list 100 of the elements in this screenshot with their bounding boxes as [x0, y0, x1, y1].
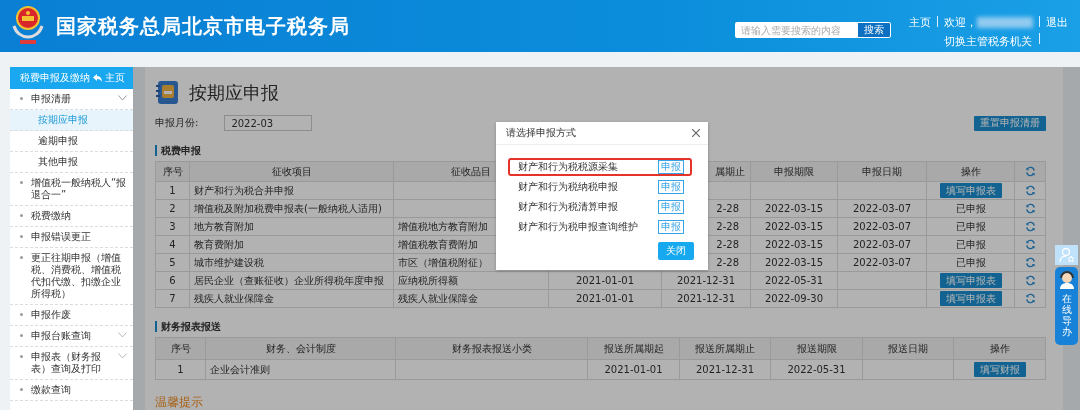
- table-cell: 4: [155, 235, 190, 254]
- table-cell: 2021-12-31: [661, 289, 751, 308]
- table-cell: 2: [155, 199, 190, 218]
- sidebar-item[interactable]: 申报表（财务报表）查询及打印: [10, 347, 133, 380]
- table-cell: 2022-03-15: [750, 253, 838, 272]
- column-header: 报送期限: [770, 337, 863, 360]
- table-cell: 应纳税所得额: [393, 271, 549, 290]
- table-cell: 教育费附加: [189, 235, 394, 254]
- welcome-text: 欢迎，: [944, 15, 977, 30]
- switch-office-link[interactable]: 切换主管税务机关: [944, 34, 1033, 49]
- close-button[interactable]: 关闭: [658, 242, 694, 260]
- table-cell: 增值税及附加税费申报表(一般纳税人适用): [189, 199, 394, 218]
- sidebar-item[interactable]: 缴款查询: [10, 380, 133, 401]
- sidebar-home-link[interactable]: 主页: [93, 71, 125, 85]
- refresh-icon[interactable]: [1024, 221, 1036, 232]
- fill-form-button[interactable]: 填写申报表: [939, 183, 1002, 198]
- table-cell: 地方教育附加: [189, 217, 394, 236]
- table-cell: 2021-01-01: [587, 359, 680, 380]
- reset-list-button[interactable]: 重置申报清册: [974, 115, 1046, 131]
- sidebar-item[interactable]: 申报错误更正: [10, 227, 133, 248]
- dialog-title: 请选择申报方式: [506, 126, 576, 140]
- sidebar-item[interactable]: 逾期申报: [10, 131, 133, 152]
- declare-button[interactable]: 申报: [658, 160, 684, 174]
- fill-form-button[interactable]: 填写财报: [973, 362, 1026, 377]
- status-text: 已申报: [926, 199, 1015, 218]
- table-cell: 2021-01-01: [548, 289, 662, 308]
- refresh-icon[interactable]: [1024, 239, 1036, 250]
- refresh-icon[interactable]: [1024, 293, 1036, 304]
- status-text: 已申报: [926, 253, 1015, 272]
- column-header: 财务报表报送小类: [395, 337, 588, 360]
- site-title: 国家税务总局北京市电子税务局: [56, 12, 350, 40]
- table-cell: 3: [155, 217, 190, 236]
- refresh-icon[interactable]: [1024, 257, 1036, 268]
- table-cell: 2021-12-31: [679, 359, 771, 380]
- declare-button[interactable]: 申报: [658, 200, 684, 214]
- table-cell: 居民企业（查账征收）企业所得税年度申报: [189, 271, 394, 290]
- refresh-icon[interactable]: [1024, 275, 1036, 286]
- table-cell: 2022-03-15: [750, 199, 838, 218]
- table-cell: 财产和行为税合并申报: [189, 181, 394, 200]
- user-star-icon[interactable]: [1058, 247, 1075, 263]
- declare-button[interactable]: 申报: [658, 180, 684, 194]
- column-header: 报送所属期起: [587, 337, 680, 360]
- table-cell: 2021-12-31: [661, 271, 751, 290]
- status-text: 已申报: [926, 217, 1015, 236]
- column-header: 序号: [155, 161, 190, 182]
- chevron-down-icon[interactable]: [118, 95, 127, 101]
- tips-heading: 温馨提示: [155, 394, 204, 410]
- column-header: 序号: [155, 337, 206, 360]
- table-cell: 2022-03-07: [837, 235, 927, 254]
- table-cell: 残疾人就业保障金: [393, 289, 549, 308]
- refresh-icon[interactable]: [1024, 185, 1036, 196]
- month-field[interactable]: 2022-03: [224, 115, 313, 131]
- column-header: 报送所属期止: [679, 337, 771, 360]
- refresh-icon[interactable]: [1024, 203, 1036, 214]
- declare-button[interactable]: 申报: [658, 220, 684, 234]
- table-cell: 5: [155, 253, 190, 272]
- table-cell: 2022-03-07: [837, 253, 927, 272]
- status-text: 已申报: [926, 235, 1015, 254]
- table-cell: 2022-05-31: [770, 359, 863, 380]
- back-arrow-icon[interactable]: [93, 74, 102, 82]
- home-link[interactable]: 主页: [909, 15, 931, 30]
- sidebar-item[interactable]: 申报作废: [10, 305, 133, 326]
- sidebar-item[interactable]: 按期应申报: [10, 110, 133, 131]
- guide-label: 在线导办: [1061, 293, 1072, 337]
- page-title: 按期应申报: [189, 80, 279, 105]
- search-button[interactable]: 搜索: [857, 22, 891, 38]
- column-header: 财务、会计制度: [205, 337, 396, 360]
- section-title: 财务报表报送: [155, 321, 1046, 332]
- refresh-icon[interactable]: [1024, 166, 1036, 177]
- table-cell: 2022-03-07: [837, 199, 927, 218]
- chevron-down-icon[interactable]: [118, 353, 127, 359]
- sidebar-item[interactable]: 更正往期申报（增值税、消费税、增值税代扣代缴、扣缴企业所得税）: [10, 248, 133, 305]
- table-cell: 企业会计准则: [205, 359, 396, 380]
- close-icon[interactable]: [692, 129, 700, 137]
- sidebar-item[interactable]: 其他申报: [10, 152, 133, 173]
- column-header: 征收项目: [189, 161, 394, 182]
- table-cell: 2022-05-31: [750, 271, 838, 290]
- redacted-name-block: [977, 17, 1033, 28]
- notebook-icon: [155, 80, 179, 105]
- fill-form-button[interactable]: 填写申报表: [939, 273, 1002, 288]
- table-cell: 6: [155, 271, 190, 290]
- fill-form-button[interactable]: 填写申报表: [939, 291, 1002, 306]
- table-cell: 7: [155, 289, 190, 308]
- chevron-down-icon[interactable]: [118, 332, 127, 338]
- table-cell: 2022-03-15: [750, 217, 838, 236]
- sidebar-item[interactable]: 申报台账查询: [10, 326, 133, 347]
- search-field[interactable]: 请输入需要搜索的内容: [735, 22, 857, 38]
- table-cell: 残疾人就业保障金: [189, 289, 394, 308]
- table-cell: 城市维护建设税: [189, 253, 394, 272]
- sidebar-item[interactable]: 增值税一般纳税人“报退合一”: [10, 173, 133, 206]
- table-cell: 2022-03-15: [750, 235, 838, 254]
- sidebar-title: 税费申报及缴纳: [20, 71, 90, 85]
- sidebar-item[interactable]: 税费缴纳: [10, 206, 133, 227]
- table-cell: 2022-03-07: [837, 217, 927, 236]
- table-cell: 1: [155, 181, 190, 200]
- online-guide-panel[interactable]: 在线导办: [1055, 267, 1078, 345]
- column-header: 操作: [926, 161, 1015, 182]
- logout-link[interactable]: 退出: [1046, 15, 1068, 30]
- option-label: 财产和行为税清算申报: [518, 200, 618, 214]
- column-header: 申报期限: [750, 161, 838, 182]
